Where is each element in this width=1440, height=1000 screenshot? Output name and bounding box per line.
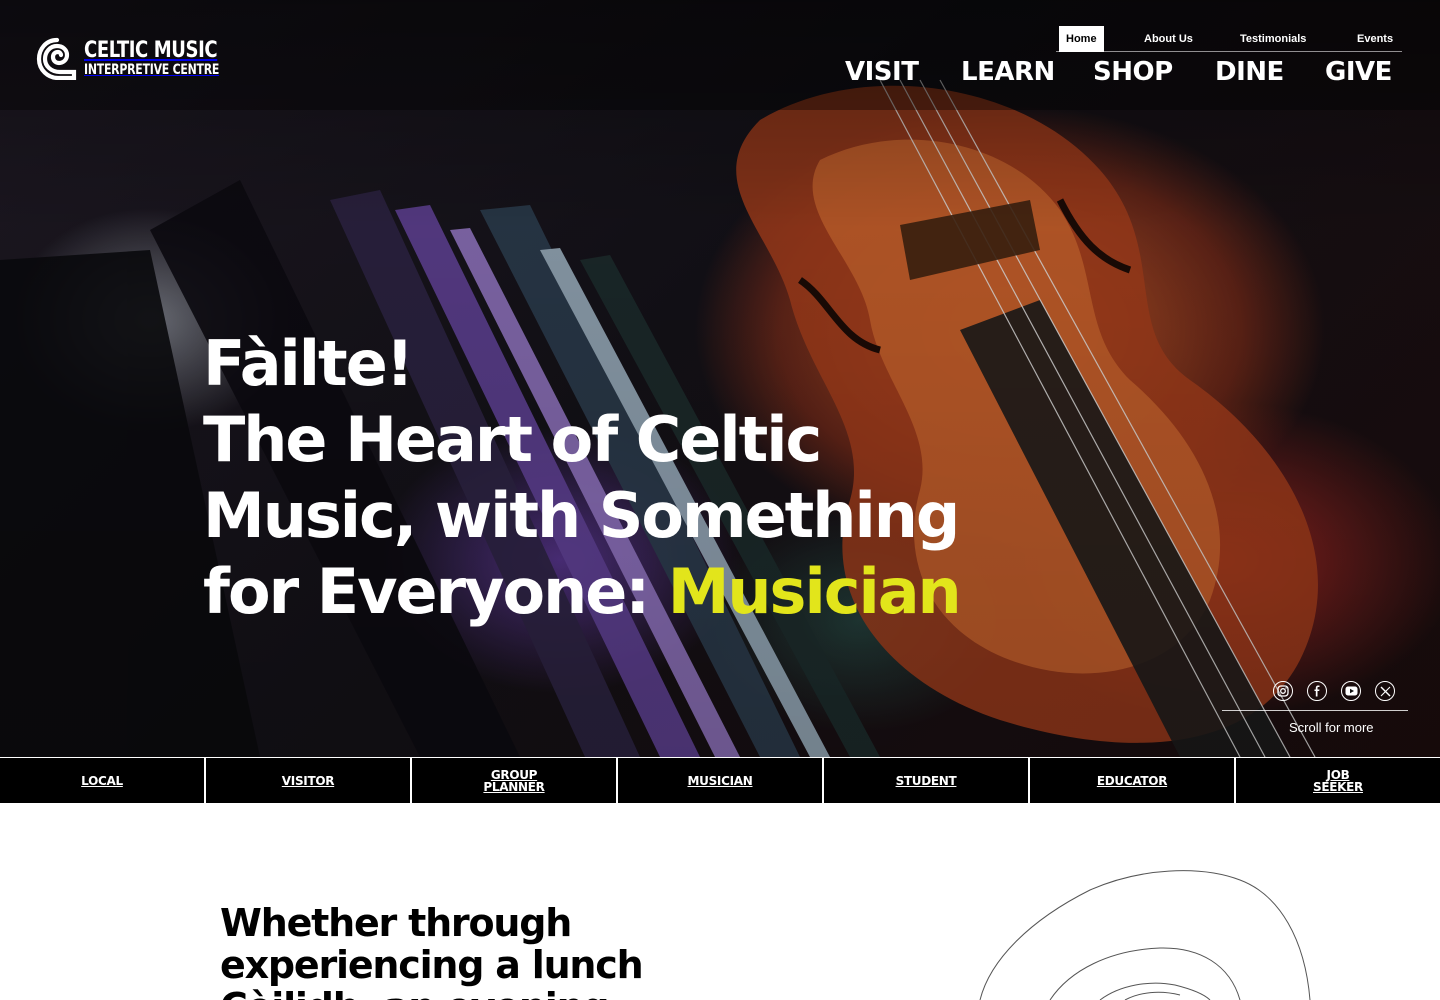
hero-line-4: for Everyone: Musician	[203, 554, 1103, 630]
instagram-icon[interactable]	[1273, 681, 1293, 701]
hero-greeting: Fàilte!	[203, 327, 414, 400]
hero-line-2: The Heart of Celtic	[203, 403, 822, 476]
main-nav-give[interactable]: GIVE	[1325, 57, 1392, 87]
audience-tabs: LOCAL VISITOR GROUP PLANNER MUSICIAN STU…	[0, 757, 1440, 803]
intro-heading: Whether through experiencing a lunch Cèi…	[220, 902, 680, 1000]
main-nav-dine[interactable]: DINE	[1215, 57, 1284, 87]
social-divider	[1222, 710, 1408, 711]
main-nav-learn[interactable]: LEARN	[961, 57, 1055, 87]
main-nav-shop[interactable]: SHOP	[1093, 57, 1173, 87]
tab-educator[interactable]: EDUCATOR	[1028, 757, 1234, 803]
nav-events-link[interactable]: Events	[1357, 26, 1393, 52]
nav-testimonials-link[interactable]: Testimonials	[1240, 26, 1306, 52]
nav-home-link[interactable]: Home	[1059, 26, 1104, 52]
hero-line-4-prefix: for Everyone:	[203, 555, 668, 628]
tab-student[interactable]: STUDENT	[822, 757, 1028, 803]
intro-line-2: experiencing a lunch	[220, 943, 644, 987]
tab-musician[interactable]: MUSICIAN	[616, 757, 822, 803]
tab-group-planner[interactable]: GROUP PLANNER	[410, 757, 616, 803]
intro-line-3: Cèilidh, an evening	[220, 986, 680, 1000]
tab-job-seeker[interactable]: JOB SEEKER	[1234, 757, 1440, 803]
nav-about-us-link[interactable]: About Us	[1144, 26, 1193, 52]
social-links	[1273, 681, 1395, 701]
spiral-line-art-icon	[979, 870, 1311, 1000]
tab-local[interactable]: LOCAL	[0, 757, 204, 803]
facebook-icon[interactable]	[1307, 681, 1327, 701]
hero-line-3: Music, with Something	[203, 479, 960, 552]
main-nav-visit[interactable]: VISIT	[845, 57, 919, 87]
hero-highlight-word: Musician	[667, 555, 962, 628]
top-utility-nav: Home About Us Testimonials Events	[1056, 26, 1402, 52]
youtube-icon[interactable]	[1341, 681, 1361, 701]
intro-line-1: Whether through	[220, 901, 572, 945]
main-nav: VISIT LEARN SHOP DINE GIVE	[0, 57, 1440, 89]
x-icon[interactable]	[1375, 681, 1395, 701]
scroll-for-more-label[interactable]: Scroll for more	[1289, 720, 1374, 735]
tab-visitor[interactable]: VISITOR	[204, 757, 410, 803]
hero-headline: Fàilte! The Heart of Celtic Music, with …	[203, 326, 1103, 630]
